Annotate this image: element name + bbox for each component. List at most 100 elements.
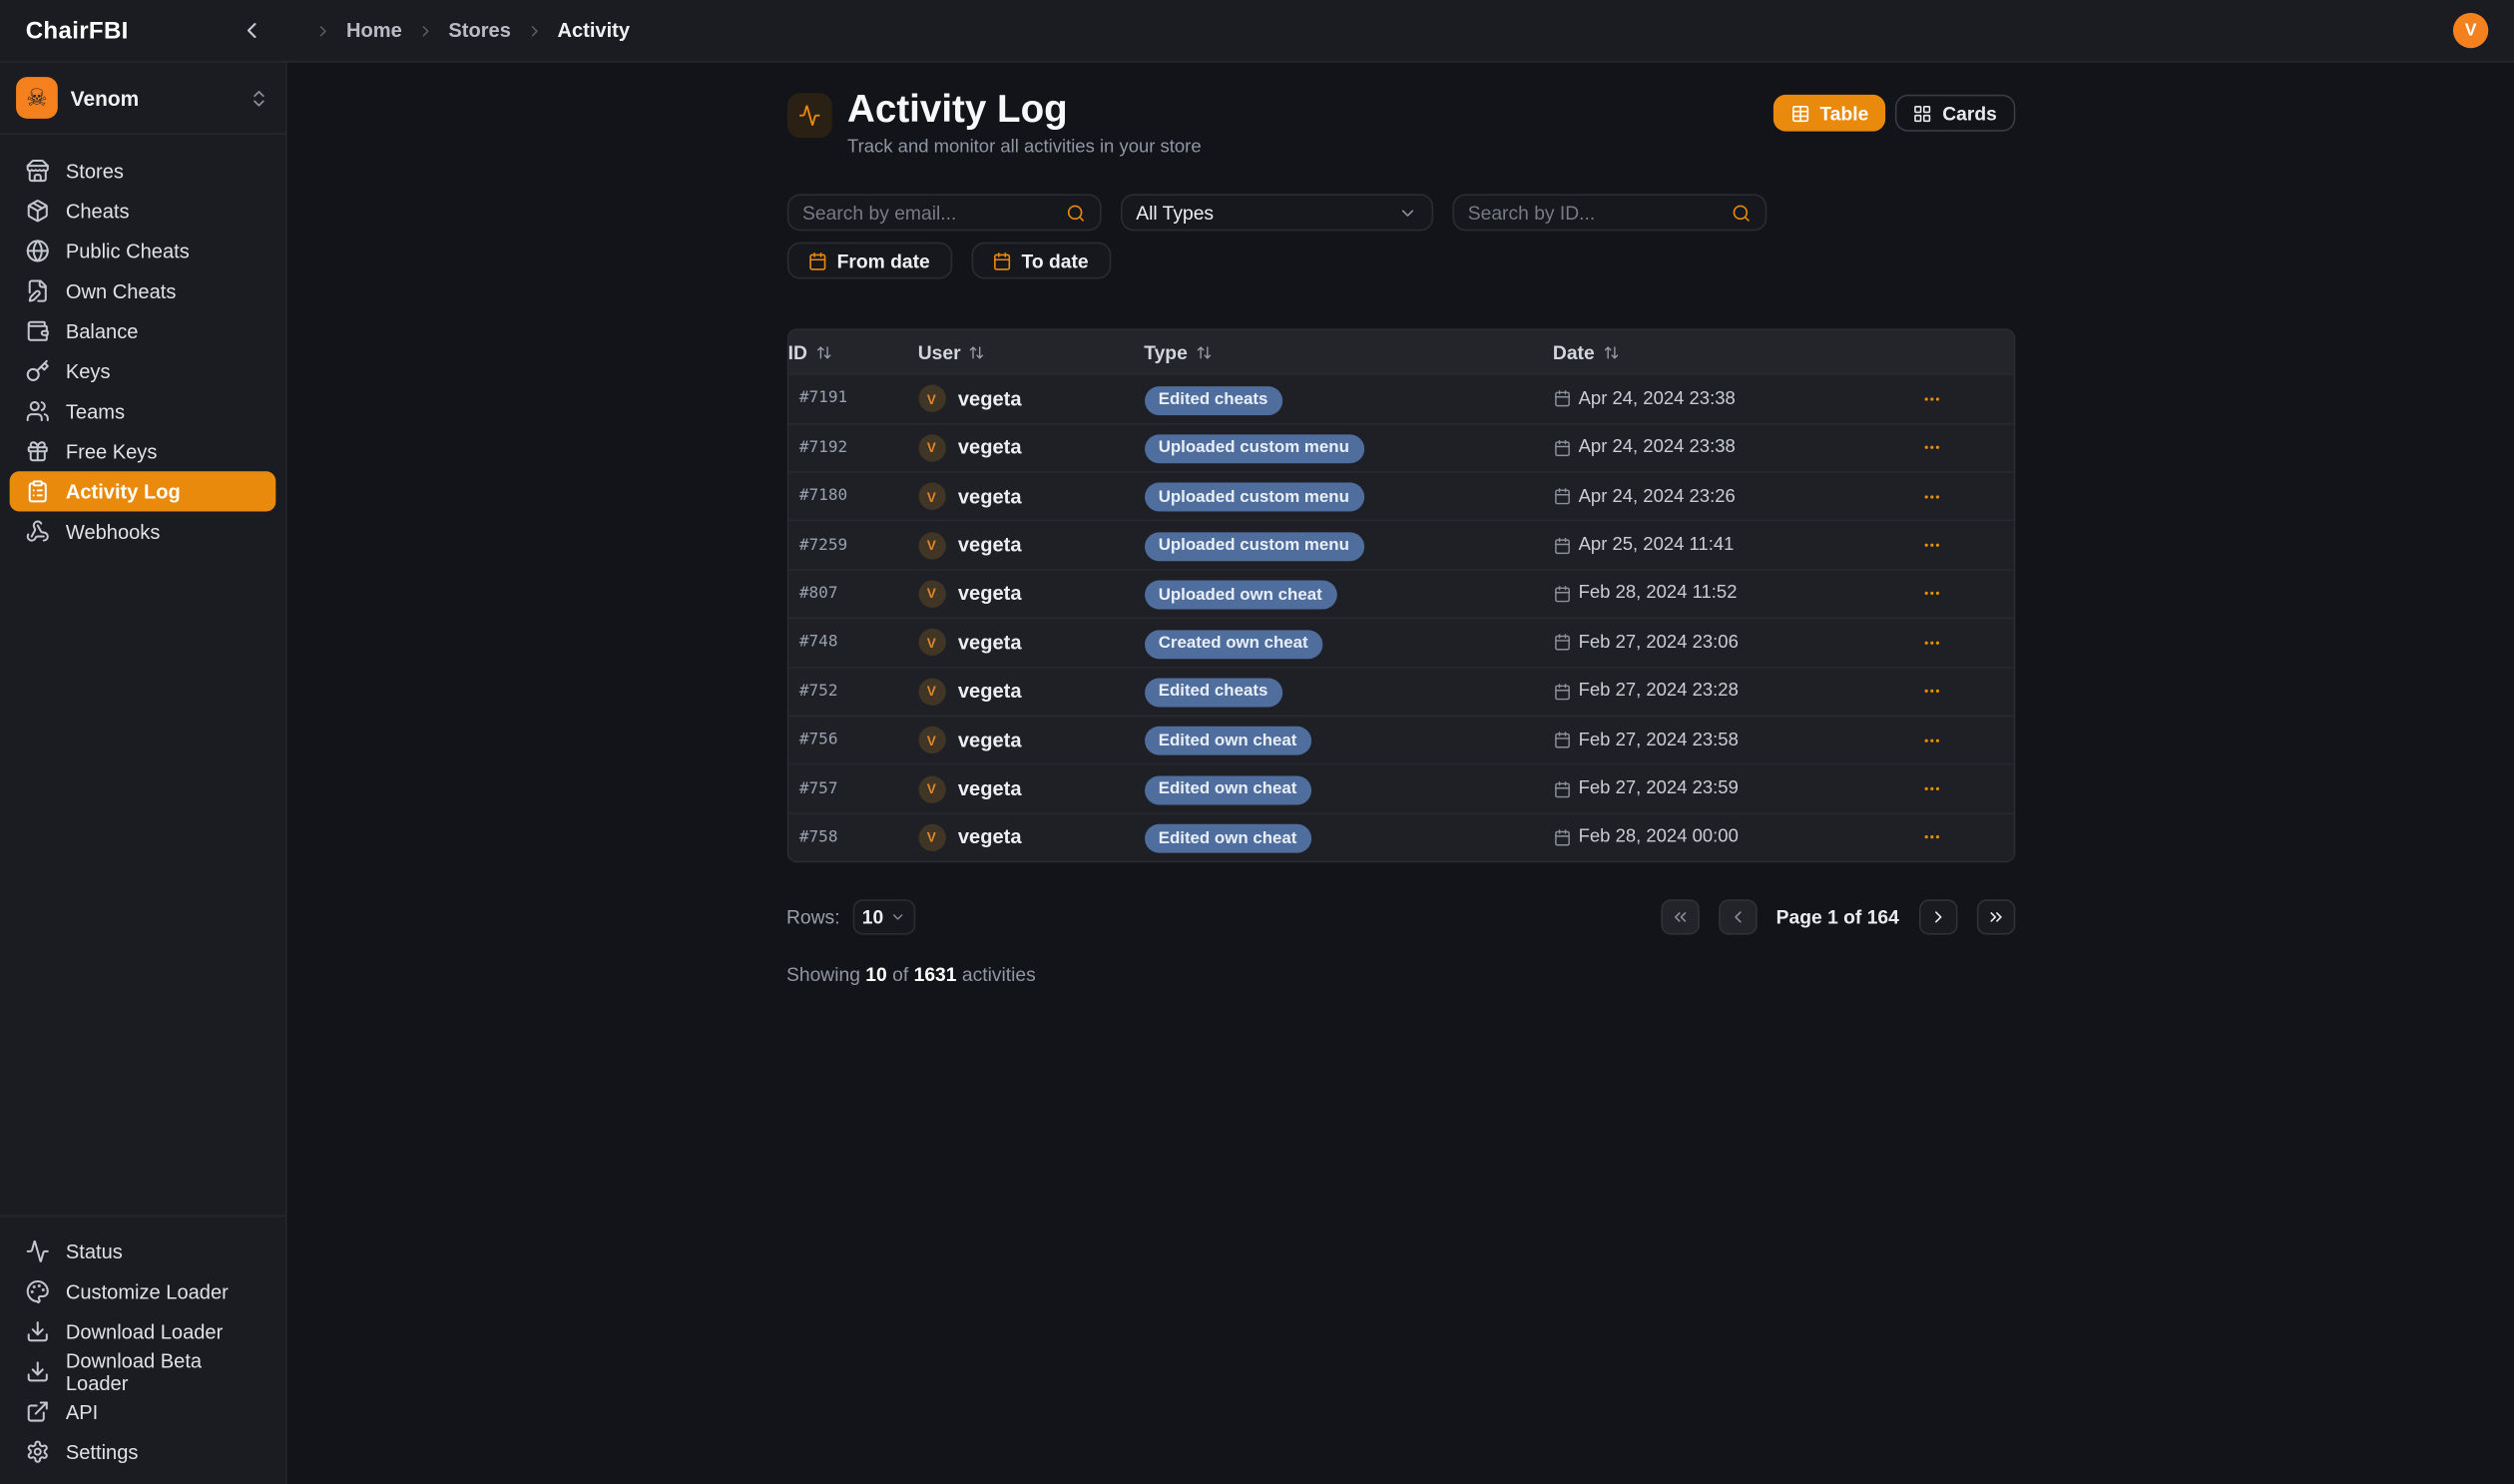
cell-type: Uploaded custom menu: [1144, 481, 1553, 513]
row-actions-button[interactable]: [1917, 779, 1946, 798]
sidebar-item[interactable]: Webhooks: [10, 511, 276, 551]
main-area: Activity Log Track and monitor all activ…: [287, 63, 2514, 1484]
page-indicator: Page 1 of 164: [1776, 906, 1899, 928]
row-actions-button[interactable]: [1917, 731, 1946, 749]
grid-icon: [1913, 104, 1932, 123]
sidebar-footer-item[interactable]: Download Loader: [10, 1311, 276, 1351]
breadcrumb-item[interactable]: Home: [314, 19, 402, 41]
sidebar-footer-item[interactable]: Status: [10, 1232, 276, 1271]
sidebar-item[interactable]: Keys: [10, 351, 276, 391]
table-row: #752 V vegeta Edited cheats Feb 27, 2024…: [788, 667, 2013, 716]
avatar: V: [918, 775, 945, 802]
row-actions-button[interactable]: [1917, 633, 1946, 652]
cell-user: V vegeta: [918, 483, 1145, 510]
cell-type: Uploaded custom menu: [1144, 432, 1553, 464]
cell-type: Edited cheats: [1144, 383, 1553, 415]
user-name: vegeta: [958, 826, 1022, 848]
sidebar-item[interactable]: Public Cheats: [10, 231, 276, 270]
rows-per-page-label: Rows:: [786, 906, 840, 928]
column-header[interactable]: Date: [1553, 341, 1852, 363]
row-actions-button[interactable]: [1917, 389, 1946, 408]
table-view-button[interactable]: Table: [1773, 95, 1886, 132]
row-actions-button[interactable]: [1917, 682, 1946, 701]
email-search-field[interactable]: [786, 195, 1101, 232]
page-header: Activity Log Track and monitor all activ…: [786, 90, 2015, 158]
sidebar-item[interactable]: Teams: [10, 391, 276, 431]
column-header[interactable]: User: [918, 341, 1145, 363]
breadcrumb-item[interactable]: Stores: [416, 19, 511, 41]
cell-id: #752: [788, 683, 918, 701]
column-header[interactable]: ID: [788, 341, 918, 363]
calendar-icon: [1553, 828, 1571, 846]
sidebar-item[interactable]: Cheats: [10, 191, 276, 231]
cards-view-button[interactable]: Cards: [1896, 95, 2015, 132]
sidebar: ☠ Venom Stores Cheats Public Cheats Own …: [0, 63, 287, 1484]
page-subtitle: Track and monitor all activities in your…: [847, 138, 1202, 157]
cell-type: Edited own cheat: [1144, 725, 1553, 756]
rows-per-page-select[interactable]: 10: [852, 899, 915, 934]
to-date-button[interactable]: To date: [971, 243, 1111, 279]
chevron-left-icon: [1728, 907, 1747, 926]
cell-id: #7192: [788, 439, 918, 457]
id-search-field[interactable]: [1452, 195, 1766, 232]
sidebar-item[interactable]: Balance: [10, 311, 276, 351]
type-badge: Edited cheats: [1144, 678, 1282, 707]
email-search-input[interactable]: [802, 202, 1056, 224]
activity-icon: [26, 1239, 50, 1263]
table-row: #758 V vegeta Edited own cheat Feb 28, 2…: [788, 812, 2013, 861]
row-actions-button[interactable]: [1917, 487, 1946, 506]
sidebar-item[interactable]: Stores: [10, 151, 276, 191]
cell-date: Feb 28, 2024 11:52: [1553, 584, 1852, 603]
type-badge: Uploaded custom menu: [1144, 434, 1363, 463]
sidebar-item[interactable]: Activity Log: [10, 471, 276, 511]
sidebar-item[interactable]: Free Keys: [10, 431, 276, 471]
cell-user: V vegeta: [918, 824, 1145, 851]
sidebar-item-label: Teams: [66, 400, 125, 422]
next-page-button[interactable]: [1918, 899, 1957, 934]
first-page-button[interactable]: [1661, 899, 1700, 934]
cell-user: V vegeta: [918, 629, 1145, 656]
sidebar-item[interactable]: Own Cheats: [10, 270, 276, 310]
breadcrumb: Home Stores Activity: [314, 19, 630, 41]
last-page-button[interactable]: [1976, 899, 2015, 934]
user-avatar[interactable]: V: [2453, 13, 2488, 48]
row-actions-button[interactable]: [1917, 584, 1946, 603]
palette-icon: [26, 1279, 50, 1303]
cell-date: Feb 27, 2024 23:59: [1553, 779, 1852, 798]
calendar-icon: [1553, 585, 1571, 603]
prev-page-button[interactable]: [1719, 899, 1758, 934]
cell-type: Edited own cheat: [1144, 821, 1553, 853]
sidebar-item-label: API: [66, 1400, 98, 1422]
type-badge: Edited cheats: [1144, 385, 1282, 414]
sort-icon: [969, 344, 985, 360]
cell-user: V vegeta: [918, 385, 1145, 412]
view-toggle: Table Cards: [1773, 95, 2015, 132]
row-actions-button[interactable]: [1917, 828, 1946, 847]
user-name: vegeta: [958, 388, 1022, 410]
sidebar-footer-item[interactable]: Settings: [10, 1432, 276, 1472]
row-actions-button[interactable]: [1917, 536, 1946, 555]
calendar-icon: [1553, 390, 1571, 408]
from-date-button[interactable]: From date: [786, 243, 951, 279]
sidebar-footer-item[interactable]: Customize Loader: [10, 1271, 276, 1311]
table-row: #748 V vegeta Created own cheat Feb 27, …: [788, 618, 2013, 667]
sidebar-footer-item[interactable]: API: [10, 1391, 276, 1431]
sidebar-footer-item[interactable]: Download Beta Loader: [10, 1351, 276, 1391]
breadcrumb-item[interactable]: Activity: [525, 19, 630, 41]
row-actions-button[interactable]: [1917, 438, 1946, 457]
avatar: V: [918, 483, 945, 510]
cell-id: #756: [788, 732, 918, 749]
store-selector[interactable]: ☠ Venom: [0, 63, 285, 135]
type-filter-select[interactable]: All Types: [1120, 195, 1432, 232]
chevron-right-icon: [1928, 907, 1947, 926]
sort-icon: [1196, 344, 1212, 360]
avatar: V: [918, 727, 945, 753]
column-header[interactable]: Type: [1144, 341, 1553, 363]
user-name: vegeta: [958, 681, 1022, 703]
sidebar-nav: Stores Cheats Public Cheats Own Cheats B…: [0, 135, 285, 565]
table-row: #757 V vegeta Edited own cheat Feb 27, 2…: [788, 763, 2013, 812]
sidebar-collapse-icon[interactable]: [239, 18, 264, 44]
id-search-input[interactable]: [1468, 202, 1722, 224]
external-link-icon: [26, 1399, 50, 1423]
cell-user: V vegeta: [918, 580, 1145, 607]
